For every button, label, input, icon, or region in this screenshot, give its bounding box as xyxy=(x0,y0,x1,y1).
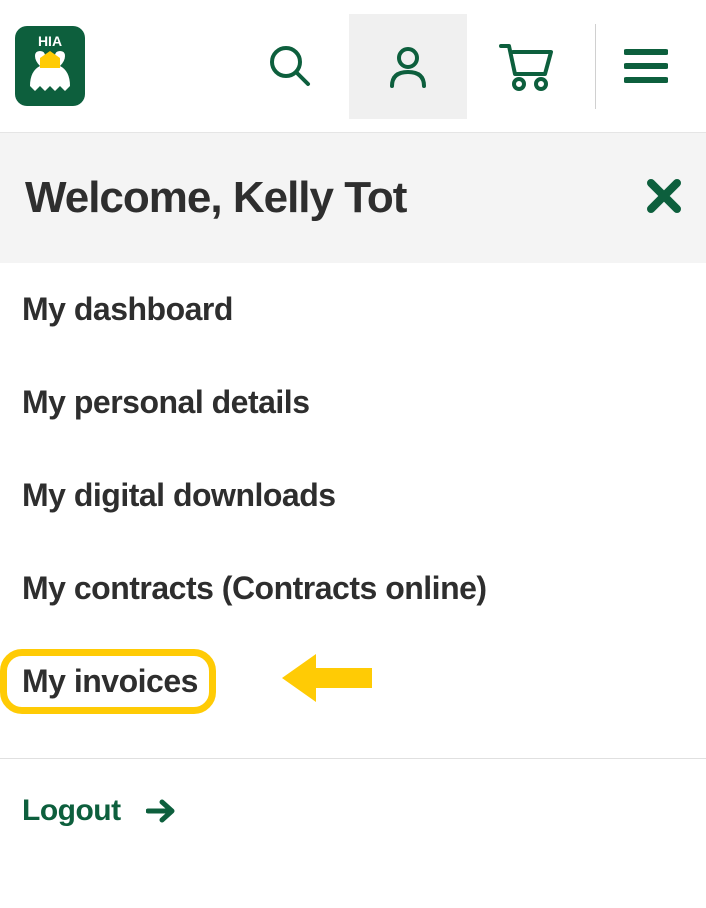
search-button[interactable] xyxy=(231,14,349,119)
menu-item-label: My digital downloads xyxy=(22,477,336,513)
menu-item-invoices[interactable]: My invoices xyxy=(22,635,684,728)
app-header: HIA xyxy=(0,0,706,133)
menu-item-contracts[interactable]: My contracts (Contracts online) xyxy=(22,542,684,635)
logout-button[interactable]: Logout xyxy=(0,759,706,863)
toolbar-divider xyxy=(595,24,596,109)
close-icon xyxy=(647,179,681,213)
menu-item-label: My personal details xyxy=(22,384,309,420)
close-button[interactable] xyxy=(647,179,681,218)
header-toolbar xyxy=(231,14,686,119)
menu-item-personal-details[interactable]: My personal details xyxy=(22,356,684,449)
logo-text: HIA xyxy=(38,33,62,49)
account-button[interactable] xyxy=(349,14,467,119)
cart-button[interactable] xyxy=(467,14,585,119)
user-icon xyxy=(384,42,432,90)
account-menu: My dashboard My personal details My digi… xyxy=(0,263,706,728)
hia-logo[interactable]: HIA xyxy=(15,26,85,106)
welcome-greeting: Welcome, Kelly Tot xyxy=(25,173,406,223)
arrow-left-icon xyxy=(282,650,372,706)
search-icon xyxy=(266,42,314,90)
cart-icon xyxy=(497,40,555,92)
arrow-indicator xyxy=(282,650,372,714)
menu-item-label: My contracts (Contracts online) xyxy=(22,570,487,606)
welcome-panel: Welcome, Kelly Tot xyxy=(0,133,706,263)
hamburger-icon xyxy=(624,48,668,84)
arrow-right-icon xyxy=(146,798,176,824)
menu-item-dashboard[interactable]: My dashboard xyxy=(22,263,684,356)
menu-item-digital-downloads[interactable]: My digital downloads xyxy=(22,449,684,542)
menu-item-label: My dashboard xyxy=(22,291,233,327)
logout-label: Logout xyxy=(22,794,121,828)
menu-item-label: My invoices xyxy=(22,663,198,699)
menu-button[interactable] xyxy=(606,14,686,119)
